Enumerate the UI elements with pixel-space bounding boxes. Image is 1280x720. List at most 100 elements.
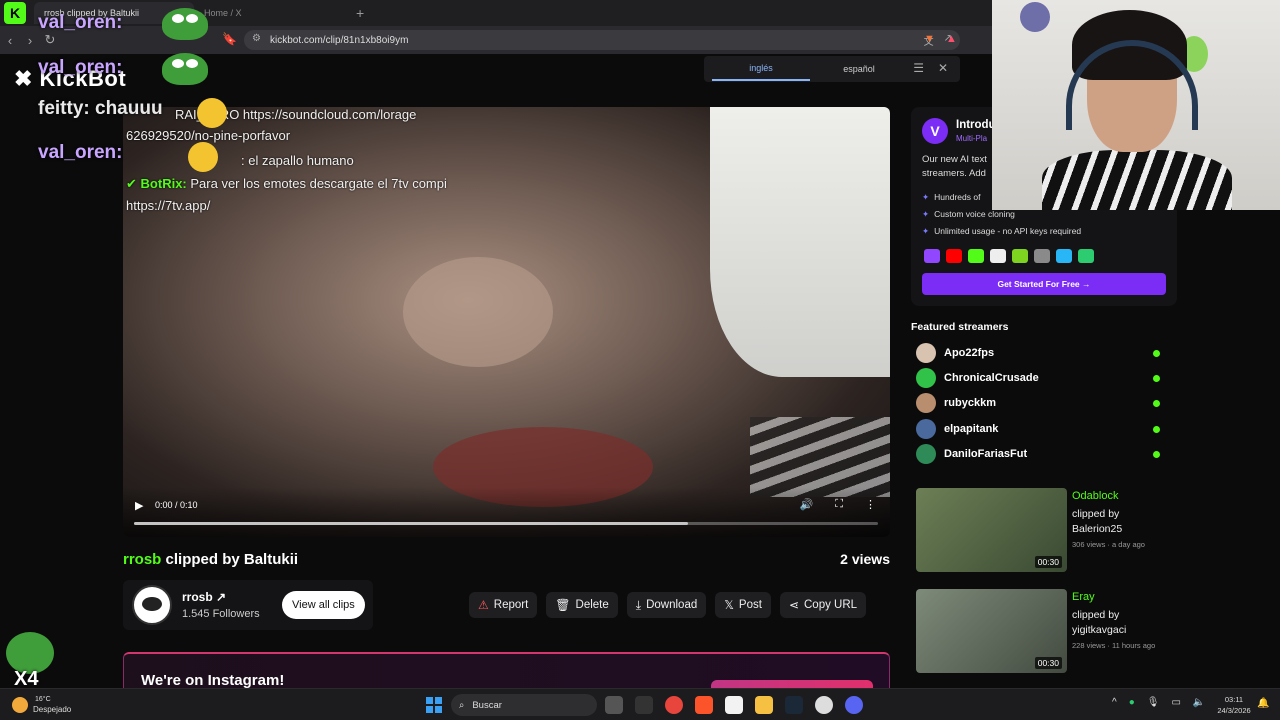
url-bar[interactable]: ⚙ kickbot.com/clip/81n1xb8oi9ym 文 ↗ bbox=[244, 30, 960, 50]
rec-streamer[interactable]: Odablock bbox=[1072, 490, 1118, 502]
download-label: Download bbox=[646, 599, 698, 611]
mic-icon[interactable]: 🎙 bbox=[1147, 697, 1160, 708]
streamer-name: Apo22fps bbox=[944, 347, 995, 359]
kick-app-icon[interactable]: K bbox=[4, 2, 26, 24]
live-dot-icon bbox=[1153, 375, 1160, 382]
forward-icon[interactable]: › bbox=[20, 33, 40, 48]
close-translate-icon[interactable]: ✕ bbox=[938, 61, 948, 75]
reload-icon[interactable]: ↻ bbox=[40, 32, 60, 48]
post-button[interactable]: 𝕏 Post bbox=[715, 592, 771, 618]
clock-time: 03:11 bbox=[1224, 695, 1244, 704]
seek-bar[interactable] bbox=[134, 522, 878, 525]
video-time: 0:00 / 0:10 bbox=[155, 500, 198, 510]
translate-menu-icon[interactable]: ☰ bbox=[913, 61, 924, 75]
overlay-chat-name: val_oren: bbox=[38, 142, 123, 163]
emoji-emote bbox=[188, 142, 218, 172]
channel-avatar[interactable] bbox=[132, 585, 172, 625]
featured-streamer[interactable]: elpapitank bbox=[916, 419, 1164, 439]
recommended-clip[interactable]: 00:30 Odablock clipped by Balerion25 306… bbox=[916, 488, 1166, 574]
epic-games-icon[interactable] bbox=[635, 696, 653, 714]
video-chat-line: : el zapallo humano bbox=[241, 153, 354, 168]
promo-description: Our new AI text streamers. Add bbox=[922, 154, 987, 179]
botrix-icon bbox=[1078, 249, 1094, 263]
tab-home-x[interactable]: Home / X bbox=[194, 2, 344, 24]
channel-name[interactable]: rrosb ↗ bbox=[182, 590, 226, 604]
featured-heading: Featured streamers bbox=[911, 321, 1009, 333]
streamer-name: rubyckkm bbox=[944, 397, 996, 409]
taskbar-clock[interactable]: 03:11 24/3/2026 bbox=[1214, 694, 1254, 716]
search-icon: ⌕ bbox=[459, 699, 465, 711]
volume-icon[interactable]: 🔈 bbox=[1193, 697, 1205, 708]
lang-target[interactable]: español bbox=[810, 58, 908, 80]
promo-logo-icon: V bbox=[922, 118, 948, 144]
network-icon[interactable]: ▭ bbox=[1171, 697, 1180, 708]
clip-duration: 00:30 bbox=[1034, 556, 1062, 568]
sparkle-icon: ✦ bbox=[922, 226, 930, 236]
streamer-body bbox=[1042, 150, 1232, 210]
lang-source[interactable]: inglés bbox=[712, 57, 810, 81]
brave-icon[interactable] bbox=[695, 696, 713, 714]
live-dot-icon bbox=[1153, 426, 1160, 433]
overlay-chat-name: val_oren: bbox=[38, 57, 123, 78]
volume-icon[interactable]: 🔊 bbox=[800, 498, 814, 511]
clip-streamer[interactable]: rrosb bbox=[123, 551, 161, 568]
brave-shield-icon[interactable]: ▼ bbox=[924, 33, 935, 45]
live-dot-icon bbox=[1153, 400, 1160, 407]
fullscreen-icon[interactable]: ⛶ bbox=[835, 498, 843, 511]
github-icon[interactable] bbox=[815, 696, 833, 714]
promo-feature-text: Unlimited usage - no API keys required bbox=[934, 226, 1082, 236]
report-button[interactable]: ⚠ Report bbox=[469, 592, 538, 618]
channel-name-text: rrosb bbox=[182, 590, 213, 604]
clip-thumbnail[interactable]: 00:30 bbox=[916, 589, 1067, 673]
copy-url-button[interactable]: ⋖ Copy URL bbox=[779, 592, 867, 618]
avatar bbox=[916, 419, 936, 439]
taskbar-search[interactable]: ⌕ Buscar bbox=[451, 694, 597, 716]
clip-thumbnail[interactable]: 00:30 bbox=[916, 488, 1067, 572]
more-options-icon[interactable]: ⋮ bbox=[865, 498, 876, 511]
folder-icon[interactable] bbox=[755, 696, 773, 714]
notification-bell-icon[interactable]: 🔔 bbox=[1257, 698, 1269, 709]
weather-moon-icon[interactable] bbox=[12, 697, 28, 713]
external-link-icon: ↗ bbox=[216, 590, 227, 604]
discord-icon[interactable] bbox=[845, 696, 863, 714]
store-icon[interactable] bbox=[725, 696, 743, 714]
tray-expand-icon[interactable]: ^ bbox=[1112, 697, 1117, 708]
avatar bbox=[916, 343, 936, 363]
plush-toy bbox=[1020, 2, 1050, 32]
download-button[interactable]: ⤓ Download bbox=[626, 592, 707, 618]
promo-feature-text: Custom voice cloning bbox=[934, 209, 1015, 219]
channel-card: rrosb ↗ 1.545 Followers View all clips bbox=[123, 580, 373, 630]
clip-title: rrosb clipped by Baltukii bbox=[123, 551, 298, 568]
rumble-icon bbox=[1012, 249, 1028, 263]
featured-streamer[interactable]: DaniloFariasFut bbox=[916, 444, 1164, 464]
recommended-clip[interactable]: 00:30 Eray clipped by yigitkavgaci 228 v… bbox=[916, 589, 1166, 675]
video-chat-line: https://7tv.app/ bbox=[126, 198, 211, 213]
featured-streamer[interactable]: Apo22fps bbox=[916, 343, 1164, 363]
rec-streamer[interactable]: Eray bbox=[1072, 591, 1095, 603]
clip-video[interactable]: RAI__BRO https://soundcloud.com/lorage 6… bbox=[123, 107, 890, 537]
featured-streamer[interactable]: rubyckkm bbox=[916, 393, 1164, 413]
featured-streamer[interactable]: ChronicalCrusade bbox=[916, 368, 1164, 388]
site-info-icon[interactable]: ⚙ bbox=[252, 33, 261, 44]
task-view-icon[interactable] bbox=[605, 696, 623, 714]
video-face bbox=[403, 257, 553, 367]
back-icon[interactable]: ‹ bbox=[0, 33, 20, 48]
bookmark-icon[interactable]: 🔖 bbox=[222, 32, 237, 46]
url-text: kickbot.com/clip/81n1xb8oi9ym bbox=[270, 34, 409, 46]
delete-button[interactable]: 🗑 Delete bbox=[546, 592, 618, 618]
get-started-button[interactable]: Get Started For Free → bbox=[922, 273, 1166, 295]
tray-app-icon[interactable]: ● bbox=[1129, 697, 1135, 708]
streamer-name: elpapitank bbox=[944, 423, 999, 435]
windows-start-icon[interactable] bbox=[426, 697, 442, 713]
view-all-clips-button[interactable]: View all clips bbox=[282, 591, 365, 619]
sparkle-icon: ✦ bbox=[922, 192, 930, 202]
browser-toolbar: ‹ › ↻ 🔖 ⚙ kickbot.com/clip/81n1xb8oi9ym … bbox=[0, 26, 992, 54]
steam-icon[interactable] bbox=[785, 696, 803, 714]
verified-icon: ✔ bbox=[126, 176, 137, 191]
new-tab-icon[interactable]: + bbox=[356, 5, 364, 21]
avatar bbox=[916, 393, 936, 413]
chrome-icon[interactable] bbox=[665, 696, 683, 714]
rewards-icon[interactable]: ▲ bbox=[946, 33, 957, 45]
play-icon[interactable]: ▶ bbox=[135, 499, 143, 512]
taskbar-apps bbox=[605, 696, 863, 714]
